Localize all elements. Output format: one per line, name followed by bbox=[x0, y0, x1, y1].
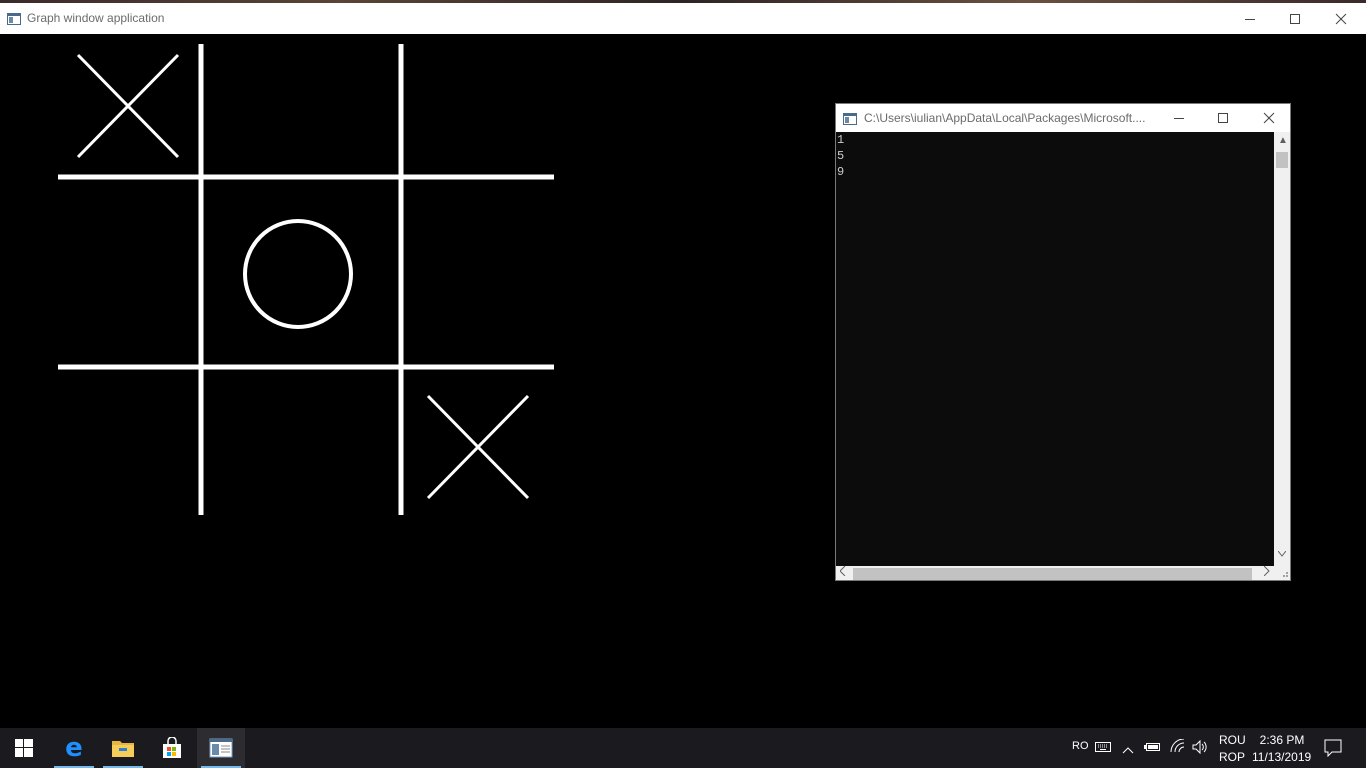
console-window-title: C:\Users\iulian\AppData\Local\Packages\M… bbox=[864, 111, 1146, 125]
wifi-icon[interactable] bbox=[1169, 738, 1187, 758]
file-explorer-icon bbox=[112, 741, 134, 757]
marks-layer bbox=[76, 53, 530, 500]
vertical-scrollbar[interactable]: ▲ bbox=[1274, 132, 1290, 566]
clock-time[interactable]: 2:36 PM bbox=[1259, 733, 1305, 747]
clock-date[interactable]: 11/13/2019 bbox=[1252, 750, 1311, 764]
horizontal-scroll-thumb[interactable] bbox=[853, 568, 1252, 580]
battery-icon[interactable] bbox=[1144, 740, 1162, 758]
close-icon bbox=[1335, 13, 1347, 24]
console-line: 1 bbox=[837, 133, 845, 147]
taskbar-file-explorer[interactable] bbox=[99, 728, 147, 768]
start-button[interactable] bbox=[0, 728, 48, 768]
language-top[interactable]: ROU bbox=[1219, 733, 1246, 747]
vertical-scroll-thumb[interactable] bbox=[1276, 152, 1288, 168]
console-line: 9 bbox=[837, 165, 845, 179]
minimize-icon bbox=[1245, 18, 1255, 20]
language-bottom[interactable]: ROP bbox=[1219, 750, 1245, 764]
start-icon bbox=[15, 739, 33, 757]
app-window-icon bbox=[7, 12, 21, 25]
console-output[interactable]: 1 5 9 bbox=[836, 132, 1274, 566]
close-button[interactable] bbox=[1318, 3, 1364, 34]
scroll-left-icon[interactable] bbox=[839, 565, 846, 581]
console-window: C:\Users\iulian\AppData\Local\Packages\M… bbox=[835, 103, 1291, 581]
maximize-button[interactable] bbox=[1272, 3, 1318, 34]
minimize-icon bbox=[1174, 118, 1184, 119]
graph-app-icon bbox=[209, 738, 233, 758]
scroll-up-icon[interactable]: ▲ bbox=[1278, 134, 1288, 148]
maximize-icon bbox=[1290, 13, 1300, 24]
taskbar: e RO ROU ROP 2:36 PM 11/13/2019 bbox=[0, 728, 1366, 768]
console-close-button[interactable] bbox=[1246, 104, 1292, 132]
console-maximize-button[interactable] bbox=[1200, 104, 1246, 132]
taskbar-graph-app[interactable] bbox=[197, 728, 245, 768]
x-mark bbox=[426, 394, 530, 500]
scroll-down-icon[interactable] bbox=[1277, 548, 1287, 562]
input-language-indicator[interactable]: RO bbox=[1072, 740, 1089, 752]
store-icon bbox=[163, 737, 181, 758]
console-line: 5 bbox=[837, 149, 845, 163]
x-mark bbox=[76, 53, 180, 159]
taskbar-edge[interactable]: e bbox=[50, 728, 98, 768]
scroll-right-icon[interactable] bbox=[1263, 565, 1270, 581]
minimize-button[interactable] bbox=[1227, 3, 1273, 34]
resize-grip-icon[interactable] bbox=[1279, 568, 1289, 583]
chevron-up-icon[interactable] bbox=[1122, 741, 1134, 759]
maximize-icon bbox=[1218, 113, 1228, 123]
edge-icon: e bbox=[65, 733, 83, 763]
console-window-icon bbox=[843, 112, 857, 125]
graph-window-title: Graph window application bbox=[27, 11, 165, 25]
o-mark bbox=[243, 219, 353, 329]
console-minimize-button[interactable] bbox=[1156, 104, 1202, 132]
notifications-icon[interactable] bbox=[1324, 739, 1342, 762]
taskbar-store[interactable] bbox=[148, 728, 196, 768]
console-window-titlebar[interactable]: C:\Users\iulian\AppData\Local\Packages\M… bbox=[836, 104, 1290, 132]
graph-window-titlebar[interactable]: Graph window application bbox=[0, 3, 1366, 34]
keyboard-icon[interactable] bbox=[1095, 740, 1111, 758]
volume-icon[interactable] bbox=[1192, 739, 1208, 759]
close-icon bbox=[1263, 112, 1275, 124]
horizontal-scrollbar[interactable] bbox=[836, 565, 1290, 583]
